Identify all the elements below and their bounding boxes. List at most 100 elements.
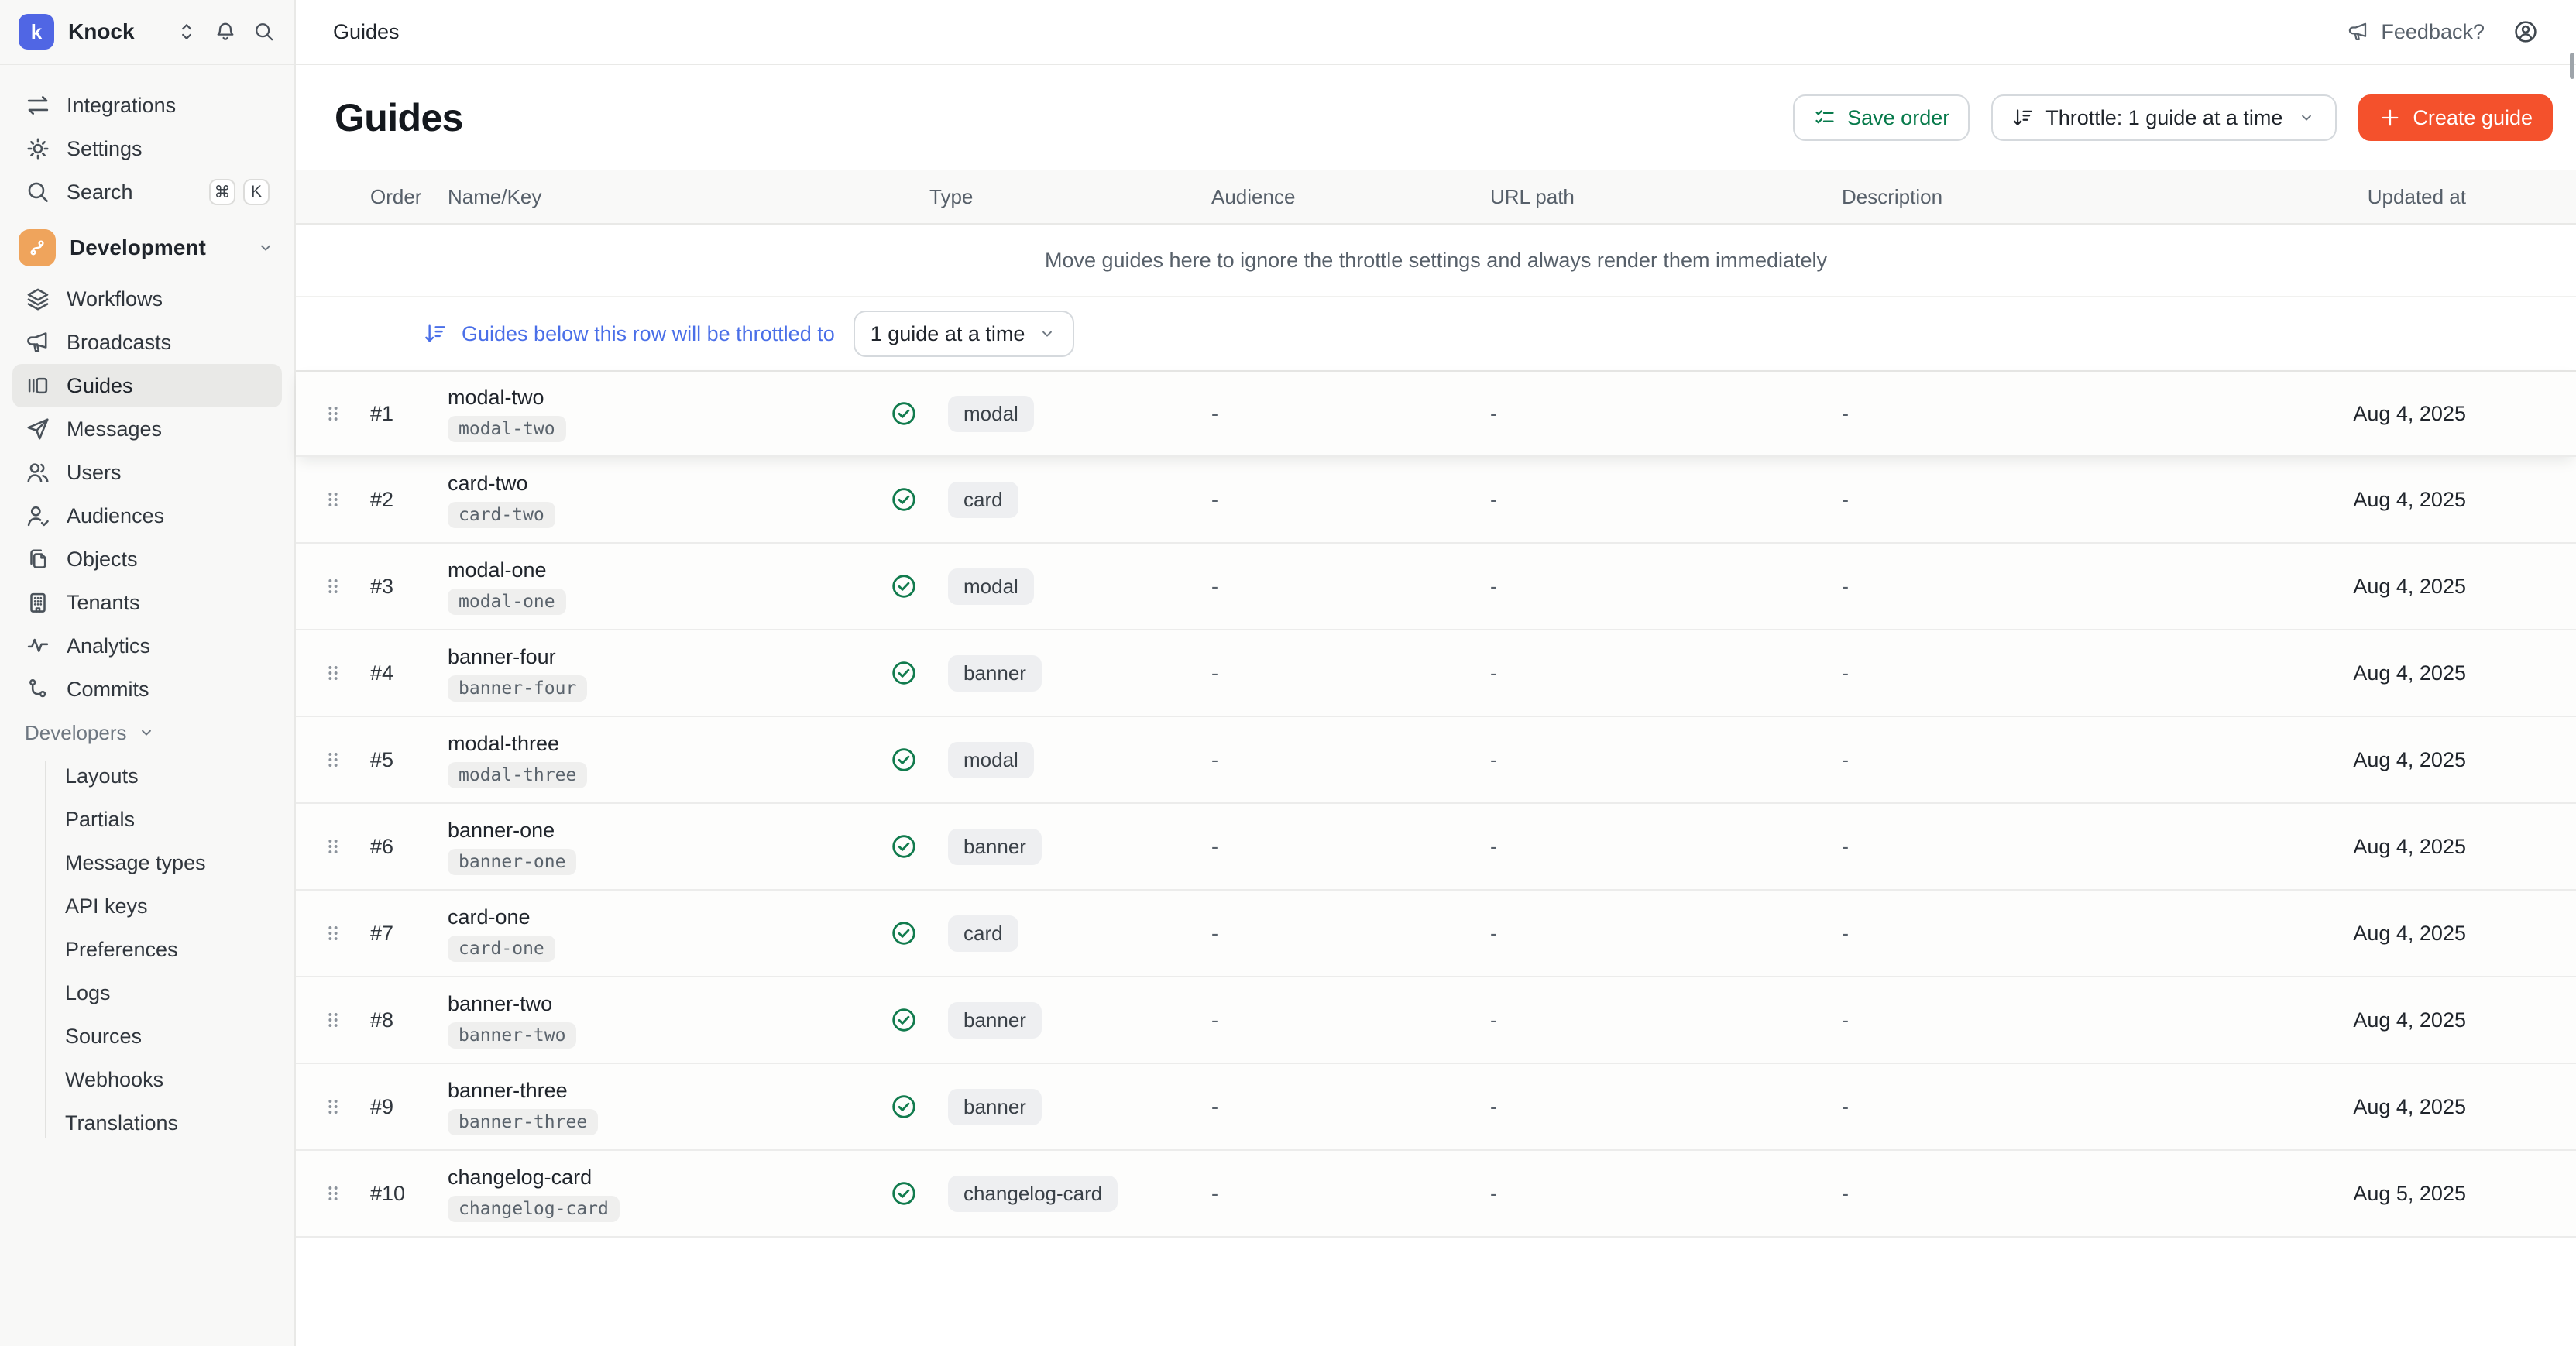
user-check-icon [25,503,51,529]
guide-row[interactable]: #7 card-one card-one card - - - Aug 4, 2… [296,891,2576,977]
sidebar-item-audiences[interactable]: Audiences [0,494,294,537]
guide-url-path: - [1490,661,1842,685]
sidebar-item-translations[interactable]: Translations [0,1101,294,1145]
guide-type-badge: banner [948,1002,1042,1039]
drag-handle-icon[interactable] [323,402,343,425]
sidebar-item-objects[interactable]: Objects [0,537,294,581]
sidebar-item-integrations[interactable]: Integrations [0,84,294,127]
guide-row[interactable]: #2 card-two card-two card - - - Aug 4, 2… [296,457,2576,544]
throttle-count-dropdown[interactable]: 1 guide at a time [854,311,1075,357]
sidebar-item-commits[interactable]: Commits [0,668,294,711]
sidebar-item-webhooks[interactable]: Webhooks [0,1058,294,1101]
drag-handle-icon[interactable] [323,748,343,771]
sidebar-item-preferences[interactable]: Preferences [0,928,294,971]
column-url-path: URL path [1490,185,1842,209]
guide-row[interactable]: #3 modal-one modal-one modal - - - Aug 4… [296,544,2576,630]
sidebar-item-tenants[interactable]: Tenants [0,581,294,624]
create-guide-label: Create guide [2413,106,2533,130]
sidebar-item-partials[interactable]: Partials [0,798,294,841]
status-check-icon [889,1092,919,1121]
logo-letter: k [31,20,42,44]
guide-order: #10 [370,1182,448,1206]
breadcrumb[interactable]: Guides [333,20,400,44]
environment-switcher[interactable]: Development [0,223,294,273]
guide-name: changelog-card [448,1166,889,1190]
guide-updated-at: Aug 4, 2025 [2306,575,2576,599]
sidebar-item-users[interactable]: Users [0,451,294,494]
guide-audience: - [1211,488,1490,512]
sidebar-item-api-keys[interactable]: API keys [0,884,294,928]
drag-handle-icon[interactable] [323,488,343,511]
guide-key-badge: banner-three [448,1109,598,1135]
guide-row[interactable]: #4 banner-four banner-four banner - - - … [296,630,2576,717]
ignore-throttle-dropzone[interactable]: Move guides here to ignore the throttle … [296,225,2576,297]
sidebar-item-label: Analytics [67,634,270,658]
guide-order: #4 [370,661,448,685]
guide-type-badge: banner [948,1089,1042,1125]
sidebar: k Knock IntegrationsSettingsSearch⌘K Dev… [0,0,296,1346]
sidebar-item-label: Objects [67,548,270,572]
sidebar-item-logs[interactable]: Logs [0,971,294,1015]
status-check-icon [889,832,919,861]
sidebar-item-analytics[interactable]: Analytics [0,624,294,668]
save-order-button[interactable]: Save order [1793,94,1970,141]
save-order-label: Save order [1847,106,1949,130]
guide-name: banner-four [448,645,889,669]
drag-handle-icon[interactable] [323,575,343,598]
guide-type-badge: changelog-card [948,1176,1118,1212]
search-icon[interactable] [252,20,276,43]
guide-row[interactable]: #5 modal-three modal-three modal - - - A… [296,717,2576,804]
guide-order: #9 [370,1095,448,1119]
drag-handle-icon[interactable] [323,835,343,858]
workspace-switcher-icon[interactable] [175,20,198,43]
scrollbar-thumb[interactable] [2570,53,2574,79]
sidebar-environment-nav: WorkflowsBroadcastsGuides Messages Users Au… [0,277,294,711]
developers-section-toggle[interactable]: Developers [0,714,294,751]
sidebar-item-label: Commits [67,678,270,702]
drag-handle-icon[interactable] [323,1008,343,1032]
guide-row[interactable]: #10 changelog-card changelog-card change… [296,1151,2576,1238]
account-avatar[interactable] [2512,19,2539,45]
status-check-icon [889,658,919,688]
throttle-dropdown[interactable]: Throttle: 1 guide at a time [1991,94,2337,141]
drag-handle-icon[interactable] [323,922,343,945]
sidebar-item-workflows[interactable]: Workflows [0,277,294,321]
sidebar-item-label: Preferences [65,938,270,962]
column-name-key: Name/Key [448,185,889,209]
guide-url-path: - [1490,402,1842,426]
sidebar-item-guides[interactable]: Guides [12,364,282,407]
sidebar-item-label: Audiences [67,504,270,528]
sidebar-item-search[interactable]: Search⌘K [0,170,294,214]
guide-audience: - [1211,402,1490,426]
sidebar-item-broadcasts[interactable]: Broadcasts [0,321,294,364]
guide-row[interactable]: #8 banner-two banner-two banner - - - Au… [296,977,2576,1064]
guide-type-badge: modal [948,568,1034,605]
sidebar-item-label: Sources [65,1025,270,1049]
guide-updated-at: Aug 4, 2025 [2306,922,2576,946]
status-check-icon [889,485,919,514]
sidebar-item-messages[interactable]: Messages [0,407,294,451]
sidebar-item-layouts[interactable]: Layouts [0,754,294,798]
drag-handle-icon[interactable] [323,1182,343,1205]
feedback-button[interactable]: Feedback? [2347,20,2485,44]
sidebar-item-settings[interactable]: Settings [0,127,294,170]
topbar: Guides Feedback? [296,0,2576,65]
sidebar-item-message-types[interactable]: Message types [0,841,294,884]
sidebar-item-label: Layouts [65,764,270,788]
guide-row[interactable]: #6 banner-one banner-one banner - - - Au… [296,804,2576,891]
guide-name: banner-one [448,819,889,843]
notifications-bell-icon[interactable] [214,20,237,43]
guide-row[interactable]: #9 banner-three banner-three banner - - … [296,1064,2576,1151]
sidebar-item-sources[interactable]: Sources [0,1015,294,1058]
guide-order: #1 [370,402,448,426]
status-check-icon [889,919,919,948]
guide-key-badge: modal-one [448,589,566,615]
drag-handle-icon[interactable] [323,661,343,685]
drag-handle-icon[interactable] [323,1095,343,1118]
throttle-divider-note: Guides below this row will be throttled … [462,322,835,346]
create-guide-button[interactable]: Create guide [2358,94,2553,141]
guide-row[interactable]: #1 modal-two modal-two modal - - - Aug 4… [296,370,2576,457]
guides-page: Guides Save order Throttle: 1 guide at a… [296,65,2576,1346]
guide-url-path: - [1490,1008,1842,1032]
sidebar-item-label: Messages [67,417,270,441]
